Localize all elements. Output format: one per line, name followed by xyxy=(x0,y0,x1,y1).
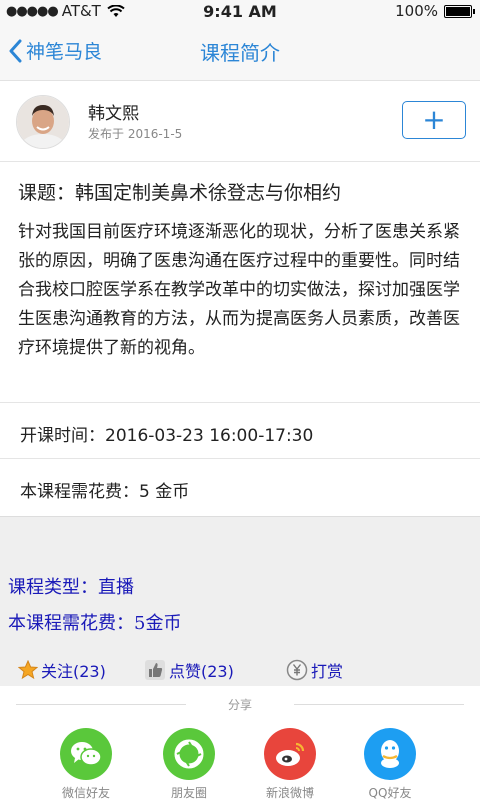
course-time-label: 开课时间： xyxy=(20,426,105,446)
course-cost-line: 本课程需花费：5金币 xyxy=(8,613,182,634)
battery-area: 100% xyxy=(395,2,475,20)
share-wechat-label: 微信好友 xyxy=(61,786,110,800)
page-title: 课程简介 xyxy=(200,41,280,65)
reward-action[interactable]: 打赏 xyxy=(286,658,343,682)
reward-label: 打赏 xyxy=(311,662,344,681)
wechat-icon xyxy=(60,728,112,780)
share-moments-label: 朋友圈 xyxy=(170,786,207,800)
share-moments[interactable]: 朋友圈 xyxy=(149,728,229,801)
qq-icon xyxy=(364,728,416,780)
course-title: 课题：韩国定制美鼻术徐登志与你相约 xyxy=(18,182,342,204)
share-weibo-label: 新浪微博 xyxy=(265,786,314,800)
course-cost-row: 本课程需花费：5 金币 xyxy=(0,458,480,517)
share-weibo[interactable]: 新浪微博 xyxy=(250,728,330,801)
share-qq[interactable]: QQ好友 xyxy=(350,728,430,801)
share-panel: 分享 微信好友 朋友圈 新浪微博 QQ好友 xyxy=(0,686,480,800)
action-bar: 关注(23) 点赞(23) 打赏 xyxy=(0,655,480,685)
course-time-value: 2016-03-23 16:00-17:30 xyxy=(105,426,314,446)
course-cost: 本课程需花费：5 金币 xyxy=(20,482,190,502)
weibo-icon xyxy=(264,728,316,780)
moments-icon xyxy=(163,728,215,780)
star-icon xyxy=(18,660,38,680)
nav-bar: 神笔马良 课程简介 xyxy=(0,22,480,81)
course-description: 针对我国目前医疗环境逐渐恶化的现状，分析了医患关系紧张的原因，明确了医患沟通在医… xyxy=(18,222,460,358)
like-action[interactable]: 点赞(23) xyxy=(144,658,234,682)
avatar-image xyxy=(17,96,69,148)
battery-icon xyxy=(444,4,475,18)
thumbs-up-icon xyxy=(145,660,165,680)
avatar[interactable] xyxy=(16,95,70,149)
like-label: 点赞(23) xyxy=(169,662,234,681)
share-qq-label: QQ好友 xyxy=(368,786,412,800)
author-name[interactable]: 韩文熙 xyxy=(88,99,139,124)
yuan-coin-icon xyxy=(286,659,308,681)
course-time: 开课时间：2016-03-23 16:00-17:30 xyxy=(20,421,313,446)
status-bar: ●●●●● AT&T 9:41 AM 100% xyxy=(0,0,480,22)
share-divider-right xyxy=(294,704,464,705)
course-type-line: 课程类型：直播 xyxy=(8,577,134,598)
info-panel: 课程类型：直播 本课程需花费：5金币 关注(23) 点赞(23) 打赏 xyxy=(0,516,480,687)
publish-date: 发布于 2016-1-5 xyxy=(88,127,183,141)
add-follow-button[interactable]: + xyxy=(402,101,466,139)
battery-percent: 100% xyxy=(395,2,438,20)
follow-label: 关注(23) xyxy=(41,662,106,681)
course-time-row: 开课时间：2016-03-23 16:00-17:30 xyxy=(0,402,480,459)
author-row: 韩文熙 发布于 2016-1-5 + xyxy=(0,81,480,162)
share-wechat[interactable]: 微信好友 xyxy=(46,728,126,801)
follow-action[interactable]: 关注(23) xyxy=(18,658,106,682)
